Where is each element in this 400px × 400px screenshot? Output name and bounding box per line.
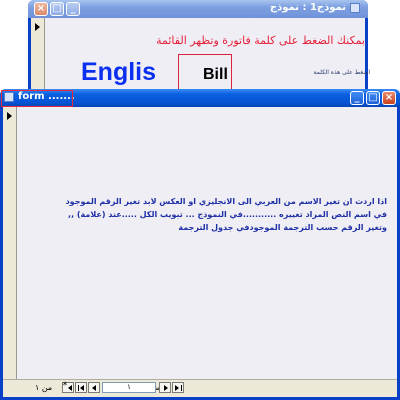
record-arrow-icon xyxy=(7,112,12,120)
form-window-titlebar[interactable]: form ....... _ □ × xyxy=(0,89,400,107)
maximize-icon[interactable]: □ xyxy=(366,91,380,105)
english-label[interactable]: Englis xyxy=(81,58,156,87)
back-window-title: نموذج1 : نموذج xyxy=(269,2,346,13)
form-detail xyxy=(17,107,397,380)
record-selector[interactable] xyxy=(3,107,17,380)
back-window-titlebar[interactable]: نموذج1 : نموذج × □ _ xyxy=(28,0,368,18)
previous-record-icon xyxy=(164,385,168,391)
record-number-input[interactable]: ١ xyxy=(102,382,156,393)
last-bar-icon xyxy=(78,385,79,391)
minimize-icon[interactable]: _ xyxy=(350,91,364,105)
instructions-paragraph: اذا اردت ان تغير الاسم من العربي الى الا… xyxy=(65,197,387,232)
click-hint-text: اضغط على هذه الكلمة xyxy=(313,69,370,76)
new-record-button[interactable]: * xyxy=(62,381,74,393)
bill-label[interactable]: Bill xyxy=(203,66,228,84)
first-record-icon xyxy=(175,385,179,391)
title-highlight-box xyxy=(1,90,73,107)
new-star-icon: * xyxy=(62,381,68,391)
record-navigation-bar: السجل: ١ * من ١ xyxy=(3,379,397,397)
maximize-icon[interactable]: □ xyxy=(50,2,64,16)
first-record-button[interactable] xyxy=(172,382,184,393)
last-record-button[interactable] xyxy=(75,382,87,393)
next-record-icon xyxy=(92,385,96,391)
previous-record-button[interactable] xyxy=(159,382,171,393)
instruction-text: بمكنك الضغط على كلمة فاتورة وتظهر القائم… xyxy=(156,34,365,47)
close-icon[interactable]: × xyxy=(34,2,48,16)
form-window[interactable]: form ....... _ □ × اذا اردت ان تغير الاس… xyxy=(0,89,400,400)
record-count: من ١ xyxy=(35,383,53,392)
last-record-icon xyxy=(80,385,84,391)
form-icon xyxy=(350,3,360,13)
close-icon[interactable]: × xyxy=(382,91,396,105)
next-record-button[interactable] xyxy=(88,382,100,393)
record-arrow-icon xyxy=(35,23,40,31)
minimize-icon[interactable]: _ xyxy=(66,2,80,16)
first-bar-icon xyxy=(181,385,182,391)
